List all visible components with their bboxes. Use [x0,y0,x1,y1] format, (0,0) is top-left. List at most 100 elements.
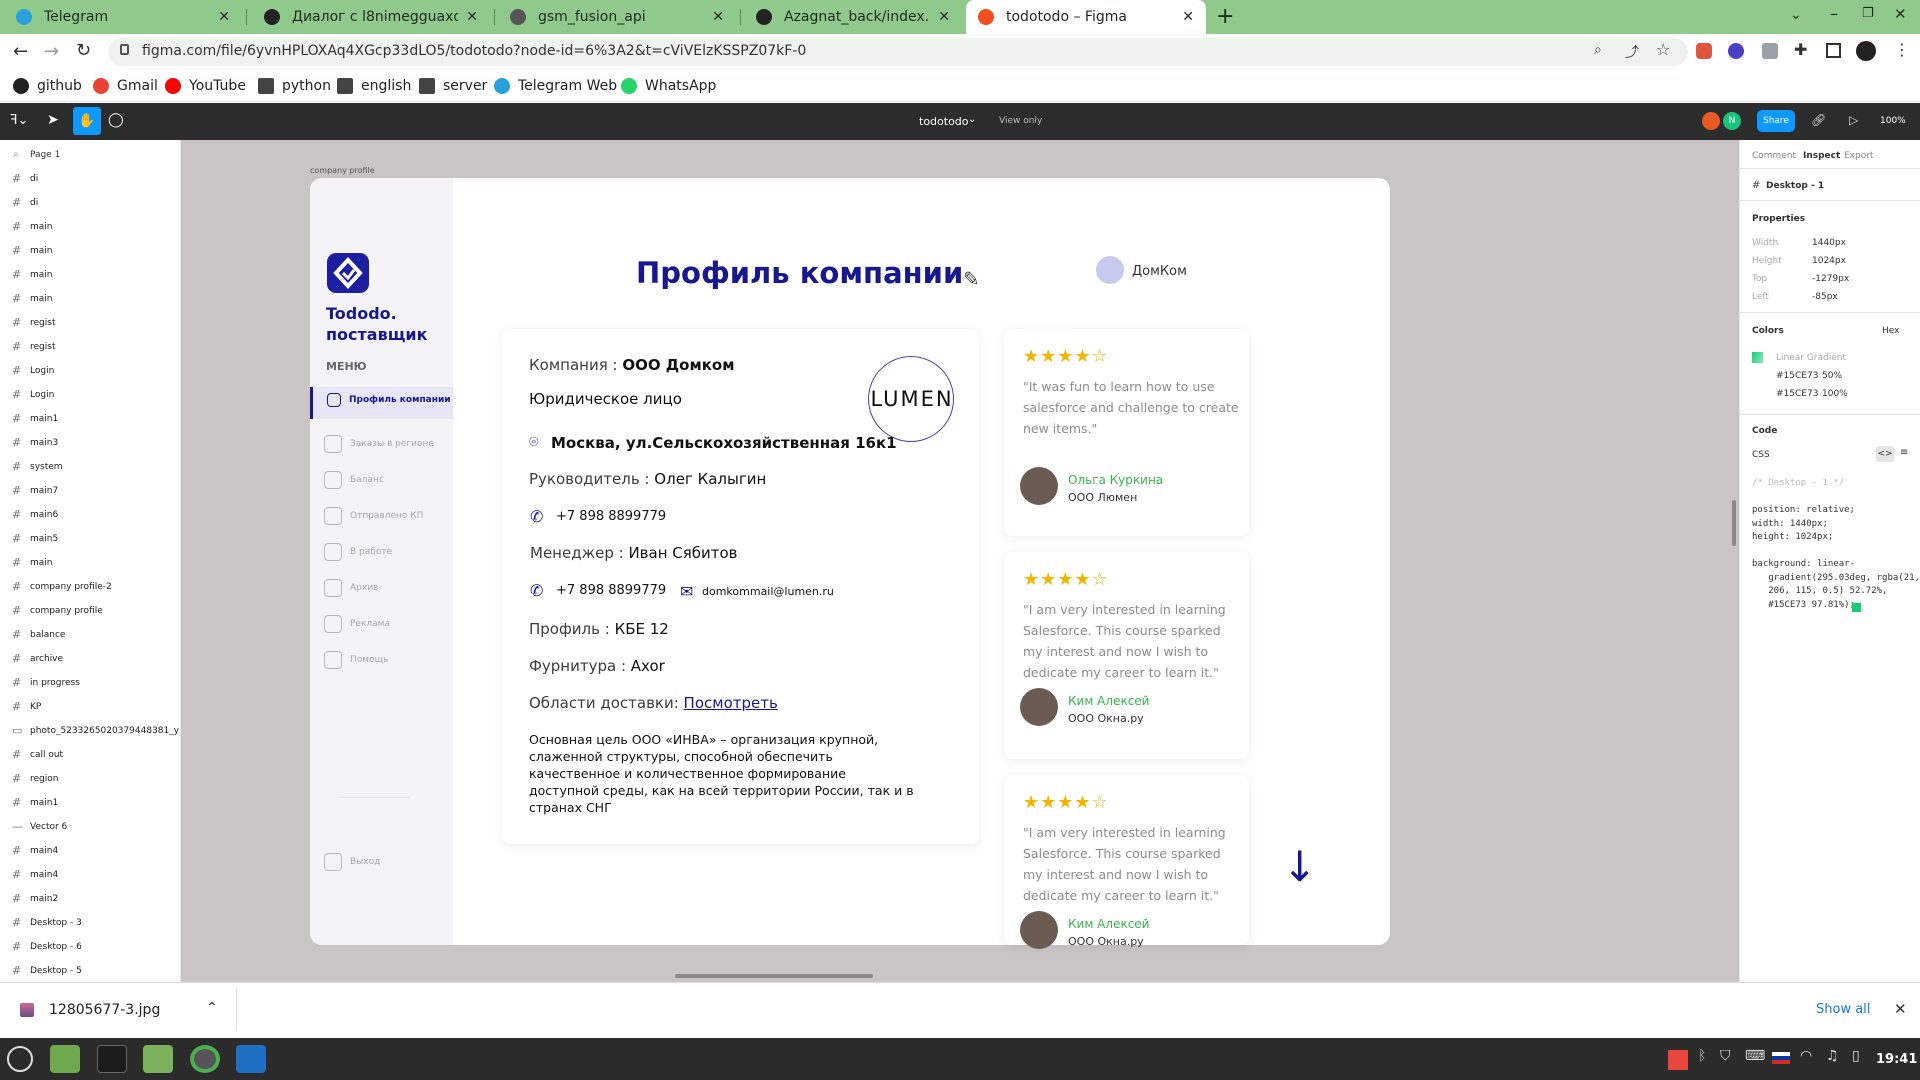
tab-0[interactable]: Telegram ✕ [4,0,242,34]
restore-button[interactable]: ❐ [1862,6,1874,21]
layer-item[interactable]: # Desktop - 3 [12,916,82,929]
link-icon[interactable]: 🔗︎ [1811,113,1826,127]
logout-button[interactable]: Выход [324,853,380,871]
bookmark-whatsapp[interactable]: WhatsApp [621,76,716,96]
file-name[interactable]: todotodo [919,115,969,128]
code-list-icon[interactable]: ≡ [1900,447,1908,458]
menu-item-1[interactable]: Заказы в регионе [324,435,434,453]
phone2[interactable]: +7 898 8899779 [556,583,666,598]
color-format[interactable]: Hex [1882,326,1899,336]
inspect-tab-comment[interactable]: Comment [1752,151,1796,161]
layer-item[interactable]: # system [12,460,63,473]
company-tag-icon[interactable] [1096,256,1124,284]
terminal-icon[interactable] [97,1045,127,1073]
figma-menu-icon[interactable]: ꟻ⌄ [10,113,28,128]
email[interactable]: domkommail@lumen.ru [702,585,834,598]
menu-item-0[interactable]: Профиль компании [327,393,451,407]
download-options-icon[interactable]: ⌃ [206,1000,218,1016]
chrome-taskbar-icon[interactable] [190,1045,220,1073]
keyboard-icon[interactable]: ⌨ [1745,1048,1765,1064]
start-menu-icon[interactable] [7,1046,33,1072]
share-page-icon[interactable]: ⤴ [1625,42,1639,62]
page-selector[interactable]: Page 1 [30,150,60,160]
bookmark-star-icon[interactable]: ☆ [1656,40,1670,59]
user-avatar-icon[interactable] [1702,112,1720,130]
tab-4[interactable]: todotodo – Figma ✕ [966,0,1206,34]
code-language[interactable]: CSS [1752,450,1770,460]
layer-item[interactable]: # Desktop - 6 [12,940,82,953]
profile-avatar[interactable] [1856,41,1876,61]
close-window-button[interactable]: ✕ [1894,5,1907,23]
move-tool-icon[interactable]: ➤ [47,112,59,128]
gradient-swatch[interactable] [1752,352,1763,363]
close-tab-icon[interactable]: ✕ [938,9,950,25]
horizontal-scrollbar[interactable] [675,974,873,978]
extensions-puzzle-icon[interactable]: ✚ [1794,40,1807,59]
layer-item[interactable]: # regist [12,316,55,329]
layer-item[interactable]: # main7 [12,484,58,497]
scroll-down-arrow-icon[interactable]: ↓ [1282,846,1317,888]
close-tab-icon[interactable]: ✕ [466,9,478,25]
tab-3[interactable]: Azagnat_back/index.html at m ✕ [744,0,962,34]
layer-item[interactable]: # main [12,268,53,281]
tab-2[interactable]: gsm_fusion_api ✕ [498,0,736,34]
layer-item[interactable]: # main [12,220,53,233]
company-tag[interactable]: ДомКом [1132,264,1187,279]
layer-item[interactable]: # main2 [12,892,58,905]
inspect-tab-inspect[interactable]: Inspect [1803,151,1840,161]
search-icon[interactable]: ⌕ [13,149,19,160]
vscode-taskbar-icon[interactable] [236,1045,266,1073]
bookmark-gmail[interactable]: Gmail [93,76,158,96]
layer-item[interactable]: ▭ photo_5233265020379448381_y 1 [12,724,188,737]
menu-item-3[interactable]: Отправлено КП [324,507,423,525]
bookmark-github[interactable]: github [13,76,82,96]
tab-1[interactable]: Диалог с l8nimegguaxd ✕ [252,0,490,34]
share-button[interactable]: Share [1757,110,1795,132]
language-flag-icon[interactable] [1772,1052,1790,1064]
minimize-button[interactable]: – [1830,4,1838,23]
comment-tool-icon[interactable]: ◯ [108,112,124,128]
zoom-icon[interactable]: ⌕ [1594,42,1602,58]
layer-item[interactable]: # main4 [12,844,58,857]
menu-item-6[interactable]: Реклама [324,615,390,633]
layer-item[interactable]: # in progress [12,676,80,689]
close-tab-icon[interactable]: ✕ [1182,9,1194,25]
url-text[interactable]: figma.com/file/6yvnHPLOXAq4XGcp33dLO5/to… [142,43,806,59]
download-file[interactable]: 12805677-3.jpg [49,1002,160,1018]
shield-icon[interactable]: ⛉ [1720,1048,1731,1064]
layer-item[interactable]: # main3 [12,436,58,449]
present-icon[interactable]: ▷ [1849,113,1858,127]
chevron-down-icon[interactable]: ⌄ [968,114,976,125]
files-icon[interactable] [143,1045,173,1073]
layer-item[interactable]: # KP [12,700,41,713]
side-panel-icon[interactable] [1826,43,1841,58]
menu-item-2[interactable]: Баланс [324,471,384,489]
inspect-tab-export[interactable]: Export [1844,151,1873,161]
battery-icon[interactable]: ▯ [1852,1048,1860,1064]
layer-item[interactable]: # main1 [12,412,58,425]
layer-item[interactable]: # company profile-2 [12,580,112,593]
menu-item-7[interactable]: Помощь [324,651,388,669]
clock[interactable]: 19:41 [1876,1052,1917,1067]
bookmark-server[interactable]: server [419,76,487,96]
frame-label[interactable]: company profile [310,166,375,175]
layer-item[interactable]: # Login [12,364,54,377]
new-tab-button[interactable]: + [1216,4,1234,29]
phone1[interactable]: +7 898 8899779 [556,509,666,524]
extension-icon-3[interactable] [1762,43,1778,59]
tab-search-icon[interactable]: ⌄ [1790,7,1802,23]
bluetooth-icon[interactable]: ᛒ [1698,1048,1706,1064]
extension-icon-2[interactable] [1728,43,1744,59]
close-downloads-icon[interactable]: ✕ [1894,1000,1907,1018]
layer-item[interactable]: # Login [12,388,54,401]
layer-item[interactable]: # di [12,196,38,209]
extension-icon-1[interactable] [1696,43,1712,59]
user-avatar-n[interactable]: N [1723,112,1741,130]
forward-icon[interactable]: → [44,41,59,62]
code-view-icon[interactable]: <> [1876,446,1894,462]
bookmark-python[interactable]: python [258,76,331,96]
back-icon[interactable]: ← [13,41,28,62]
layer-item[interactable]: # regist [12,340,55,353]
layer-item[interactable]: # Desktop - 5 [12,964,82,977]
bookmark-telegram-web[interactable]: Telegram Web [494,76,617,96]
